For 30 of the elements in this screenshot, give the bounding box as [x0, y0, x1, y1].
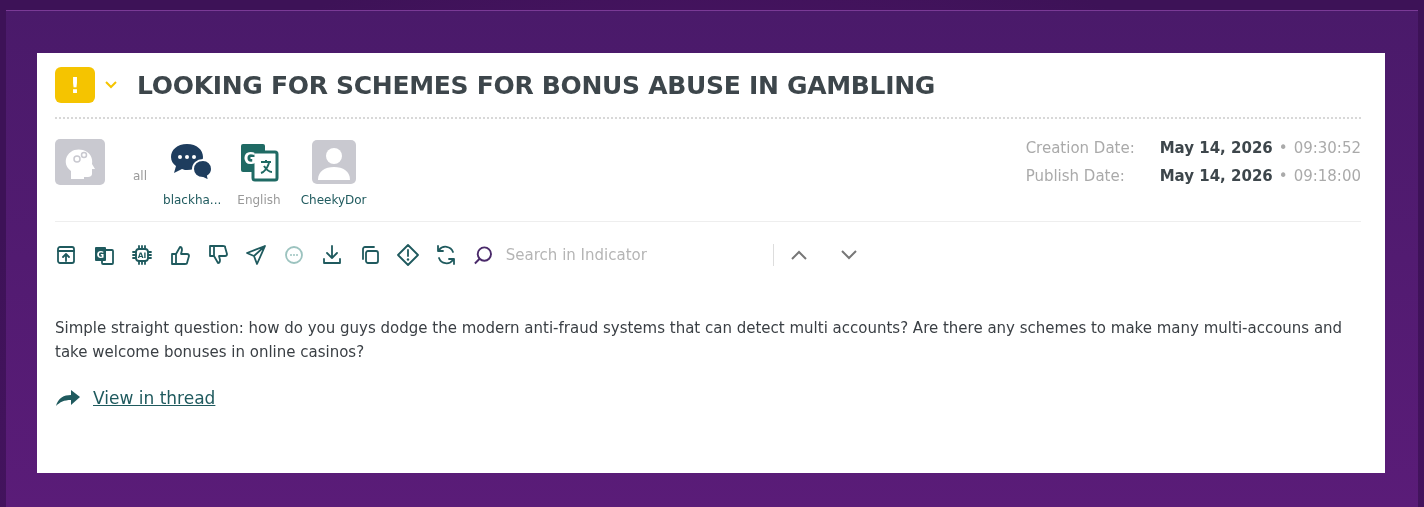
date-value: May 14, 2026 — [1159, 139, 1273, 157]
severity-badge: ! — [55, 67, 95, 103]
refresh-icon[interactable] — [435, 244, 457, 266]
post-title: LOOKING FOR SCHEMES FOR BONUS ABUSE IN GAMBLING — [137, 70, 935, 100]
open-icon[interactable] — [55, 244, 77, 266]
like-icon[interactable] — [169, 244, 191, 266]
share-arrow-icon — [55, 389, 81, 407]
source-name: blackha... — [163, 193, 222, 207]
time-value: 09:18:00 — [1293, 167, 1361, 185]
post-text: Simple straight question: how do you guys dodge the modern anti-fraud systems that can detect multi accounts? Are there any schemes to make many multi-accouns and take welcome bonuses in online casinos? — [55, 318, 1344, 363]
date-value: May 14, 2026 — [1159, 167, 1273, 185]
dot-separator: • — [1278, 167, 1288, 185]
time-value: 09:30:52 — [1293, 139, 1361, 157]
send-icon[interactable] — [245, 244, 267, 266]
head-icon — [55, 139, 105, 185]
chevron-down-icon[interactable] — [840, 249, 858, 261]
date-label: Publish Date: — [1025, 167, 1126, 185]
chevron-up-icon[interactable] — [790, 249, 808, 261]
date-label: Creation Date: — [1025, 139, 1136, 157]
download-icon[interactable] — [321, 244, 343, 266]
alert-icon[interactable] — [397, 244, 419, 266]
dislike-icon[interactable] — [207, 244, 229, 266]
language-label: English — [237, 193, 281, 207]
category-label: all — [133, 169, 148, 183]
author-name: CheekyDor — [300, 193, 367, 207]
dot-separator: • — [1278, 139, 1288, 157]
search-icon — [473, 244, 494, 266]
view-in-thread-link[interactable]: View in thread — [93, 388, 216, 408]
copy-icon[interactable] — [359, 244, 381, 266]
user-avatar-icon — [311, 140, 356, 184]
